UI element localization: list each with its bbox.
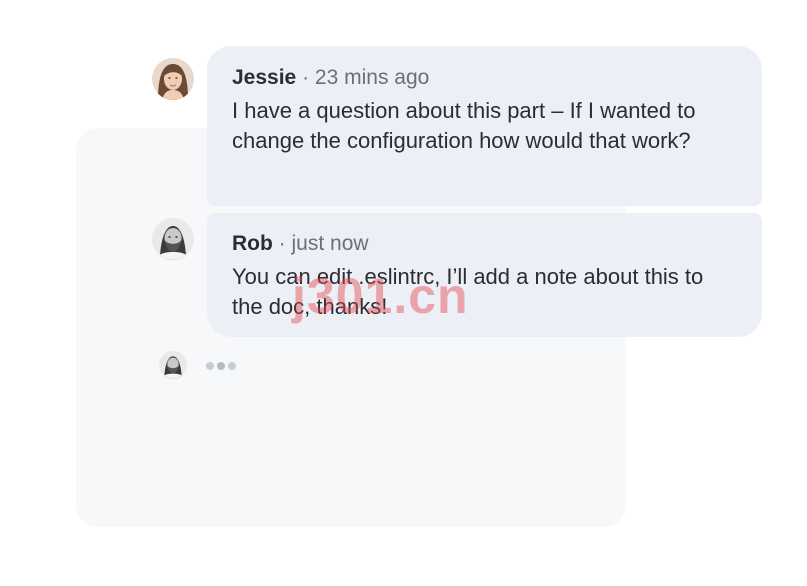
typing-avatar-icon <box>159 351 187 379</box>
message-timestamp: 23 mins ago <box>314 66 430 89</box>
message-meta: Jessie · 23 mins ago <box>232 64 738 92</box>
meta-separator: · <box>278 232 286 255</box>
typing-dot <box>217 362 225 370</box>
meta-separator: · <box>302 66 310 89</box>
message-author[interactable]: Rob <box>232 232 273 255</box>
message-text: You can edit .eslintrc, I’ll add a note … <box>232 264 704 319</box>
message-timestamp: just now <box>291 232 369 255</box>
typing-dot <box>228 362 236 370</box>
typing-indicator <box>206 362 236 370</box>
message-meta: Rob · just now <box>232 230 738 258</box>
comment-thread: Jessie · 23 mins ago I have a question a… <box>0 0 807 586</box>
message-text: I have a question about this part – If I… <box>232 98 696 153</box>
message-bubble-rob[interactable]: Rob · just now You can edit .eslintrc, I… <box>207 213 762 337</box>
typing-dot <box>206 362 214 370</box>
jessie-avatar-icon[interactable] <box>152 58 194 100</box>
rob-avatar-icon[interactable] <box>152 218 194 260</box>
message-author[interactable]: Jessie <box>232 66 296 89</box>
message-bubble-jessie[interactable]: Jessie · 23 mins ago I have a question a… <box>207 46 762 206</box>
